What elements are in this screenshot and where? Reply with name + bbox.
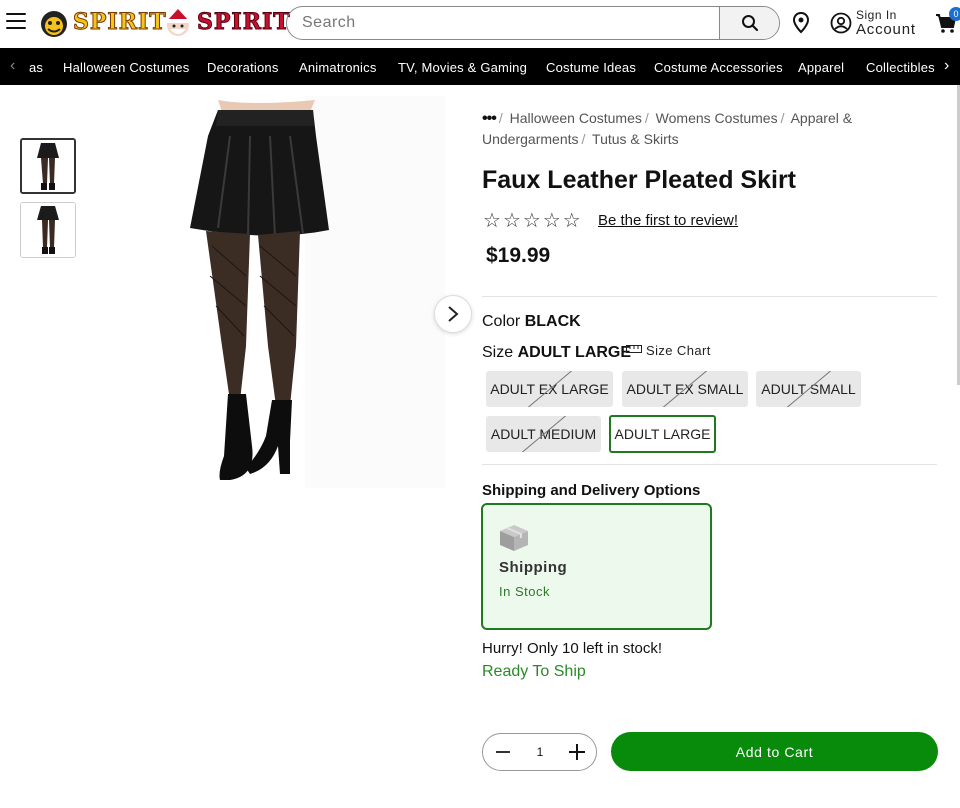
divider <box>482 464 937 465</box>
rating-stars: ☆☆☆☆☆ <box>483 208 583 233</box>
minus-icon <box>496 751 510 753</box>
product-main-image[interactable] <box>100 96 445 488</box>
search-bar <box>286 6 780 40</box>
nav-item-costume-ideas[interactable]: Costume Ideas <box>546 60 636 75</box>
star-icon: ☆ <box>522 210 543 232</box>
nav-item-partial[interactable]: as <box>29 60 43 75</box>
size-option-unavailable[interactable]: ADULT EX SMALL <box>622 371 748 407</box>
divider <box>482 296 937 297</box>
nav-prev-arrow-icon[interactable]: ‹ <box>10 57 15 75</box>
breadcrumb-item[interactable]: Halloween Costumes <box>510 110 642 126</box>
stock-status: In Stock <box>499 584 550 599</box>
santa-mascot-icon <box>167 9 189 36</box>
menu-icon[interactable] <box>6 13 26 31</box>
size-label: Size <box>482 344 514 361</box>
nav-item-apparel[interactable]: Apparel <box>798 60 844 75</box>
skirt-thumbnail-image <box>22 140 74 192</box>
size-selection: Size ADULT LARGE <box>482 344 631 362</box>
size-chart-link[interactable]: Size Chart <box>626 343 711 358</box>
account-link[interactable]: Account <box>856 21 916 38</box>
size-value: ADULT LARGE <box>517 344 632 361</box>
skirt-thumbnail-image <box>21 203 75 257</box>
size-option-label: ADULT LARGE <box>614 426 711 442</box>
sign-in-link[interactable]: Sign In <box>856 8 897 22</box>
nav-next-arrow-icon[interactable]: › <box>944 57 949 75</box>
decrease-quantity-button[interactable] <box>493 742 513 762</box>
nav-item-halloween-costumes[interactable]: Halloween Costumes <box>63 60 189 75</box>
size-option-selected[interactable]: ADULT LARGE <box>609 415 716 453</box>
next-image-button[interactable] <box>434 295 472 333</box>
breadcrumb-item[interactable]: Womens Costumes <box>656 110 778 126</box>
size-option-unavailable[interactable]: ADULT MEDIUM <box>486 416 601 452</box>
color-selection: Color BLACK <box>482 313 581 331</box>
product-thumbnail[interactable] <box>20 202 76 258</box>
spirit-logo[interactable]: SPIRIT <box>38 6 166 40</box>
logo-text: SPIRIT <box>197 9 291 36</box>
breadcrumb: ••• / Halloween Costumes / Womens Costumes… <box>482 110 853 147</box>
low-stock-message: Hurry! Only 10 left in stock! <box>482 640 663 657</box>
shipping-section-title: Shipping and Delivery Options <box>482 482 701 499</box>
plus-icon <box>569 744 585 760</box>
search-icon <box>741 15 758 32</box>
quantity-stepper: 1 <box>482 733 597 771</box>
ready-to-ship-message: Ready To Ship <box>482 663 586 680</box>
nav-item-costume-accessories[interactable]: Costume Accessories <box>654 60 783 75</box>
size-chart-label: Size Chart <box>646 343 711 358</box>
site-header: SPIRIT SPIRIT Sign In Account <box>0 0 960 48</box>
search-button[interactable] <box>719 7 779 39</box>
nav-item-tv-movies-gaming[interactable]: TV, Movies & Gaming <box>398 60 527 75</box>
add-to-cart-button[interactable]: Add to Cart <box>611 732 938 771</box>
quantity-value[interactable]: 1 <box>533 745 547 759</box>
write-review-link[interactable]: Be the first to review! <box>598 212 738 229</box>
shipping-option-card[interactable]: Shipping In Stock <box>481 503 712 630</box>
star-icon: ☆ <box>483 210 503 232</box>
size-option-unavailable[interactable]: ADULT SMALL <box>756 371 861 407</box>
nav-item-decorations[interactable]: Decorations <box>207 60 279 75</box>
shipping-option-label: Shipping <box>499 559 568 576</box>
color-value: BLACK <box>524 313 581 330</box>
ruler-icon <box>626 345 642 353</box>
product-price: $19.99 <box>486 244 551 267</box>
breadcrumb-more-icon[interactable]: ••• <box>482 110 497 127</box>
product-title: Faux Leather Pleated Skirt <box>482 166 797 194</box>
package-icon <box>500 525 528 551</box>
nav-item-collectibles[interactable]: Collectibles <box>866 60 935 75</box>
store-locator-icon[interactable] <box>792 12 810 34</box>
breadcrumb-item[interactable]: Tutus & Skirts <box>592 131 679 147</box>
product-thumbnail[interactable] <box>20 138 76 194</box>
nav-item-animatronics[interactable]: Animatronics <box>299 60 377 75</box>
search-input[interactable] <box>287 7 721 39</box>
increase-quantity-button[interactable] <box>566 740 588 764</box>
color-label: Color <box>482 313 521 330</box>
spirit-halloween-logo[interactable]: SPIRIT <box>162 6 290 40</box>
category-nav: ‹ as Halloween Costumes Decorations Anim… <box>0 48 960 85</box>
star-icon: ☆ <box>542 210 563 232</box>
star-icon: ☆ <box>502 210 523 232</box>
pumpkin-mascot-icon <box>41 11 67 37</box>
size-option-unavailable[interactable]: ADULT EX LARGE <box>486 371 613 407</box>
chevron-right-icon <box>448 306 459 322</box>
account-icon[interactable] <box>830 12 852 34</box>
cart-count-badge: 0 <box>949 7 960 21</box>
logo-text: SPIRIT <box>73 9 167 36</box>
star-icon: ☆ <box>562 210 583 232</box>
